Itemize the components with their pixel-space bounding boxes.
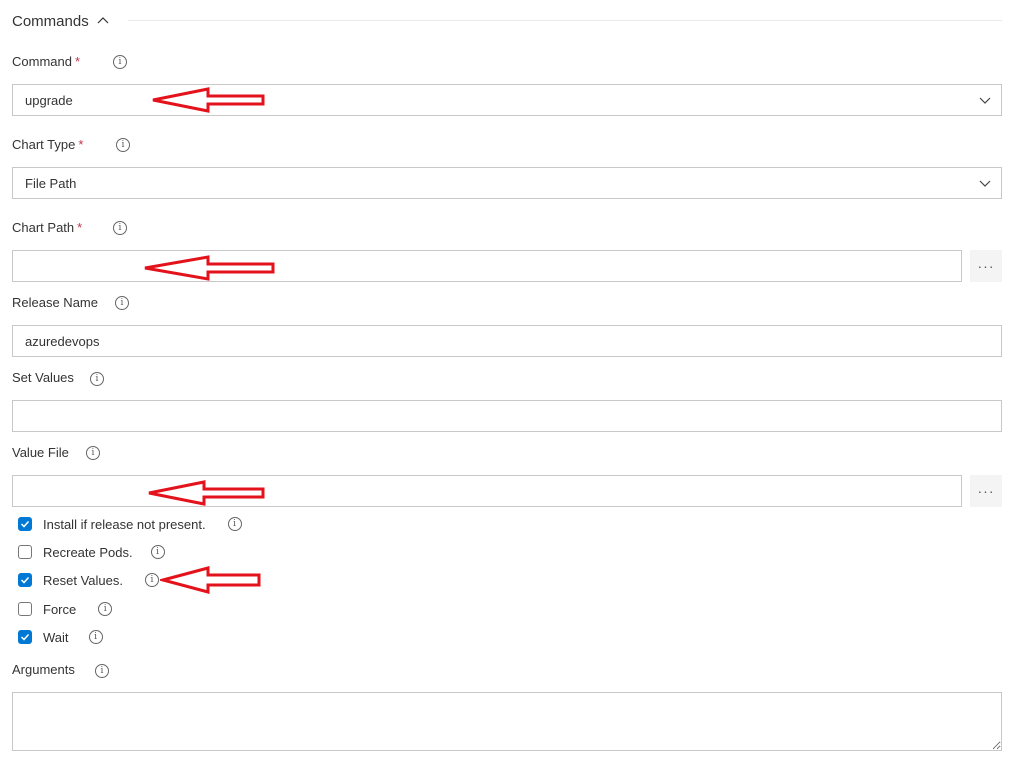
command-label: Command * bbox=[12, 52, 80, 70]
checkbox-label: Reset Values. bbox=[43, 572, 123, 588]
chevron-down-icon bbox=[979, 180, 991, 187]
checkbox-unchecked[interactable] bbox=[18, 602, 32, 616]
release-name-input[interactable]: azuredevops bbox=[12, 325, 1002, 357]
checkbox-label: Recreate Pods. bbox=[43, 544, 133, 560]
required-marker: * bbox=[77, 219, 83, 235]
checkbox-label: Wait bbox=[43, 629, 69, 645]
chart-path-label: Chart Path * bbox=[12, 218, 82, 236]
checkbox-force[interactable]: Force i bbox=[18, 599, 113, 619]
info-icon[interactable]: i bbox=[113, 55, 127, 69]
checkmark-icon bbox=[20, 576, 30, 584]
chart-type-label-text: Chart Type bbox=[12, 136, 76, 152]
arguments-textarea[interactable] bbox=[12, 692, 1002, 751]
checkmark-icon bbox=[20, 520, 30, 528]
checkbox-reset-values[interactable]: Reset Values. i bbox=[18, 570, 159, 590]
annotation-arrow-icon bbox=[148, 480, 265, 506]
info-icon[interactable]: i bbox=[227, 517, 242, 531]
info-icon[interactable]: i bbox=[88, 630, 103, 644]
section-divider bbox=[128, 20, 1002, 21]
info-icon[interactable]: i bbox=[86, 446, 100, 460]
value-file-label: Value File bbox=[12, 443, 69, 461]
info-icon[interactable]: i bbox=[144, 573, 159, 587]
value-file-browse-button[interactable]: ··· bbox=[970, 475, 1002, 507]
set-values-label: Set Values bbox=[12, 368, 74, 386]
release-name-label-text: Release Name bbox=[12, 294, 98, 310]
checkbox-checked[interactable] bbox=[18, 573, 32, 587]
checkbox-checked[interactable] bbox=[18, 517, 32, 531]
info-icon[interactable]: i bbox=[150, 545, 165, 559]
command-label-text: Command bbox=[12, 53, 72, 69]
checkbox-label: Force bbox=[43, 601, 77, 617]
checkbox-unchecked[interactable] bbox=[18, 545, 32, 559]
release-name-label: Release Name bbox=[12, 293, 98, 311]
info-icon[interactable]: i bbox=[90, 372, 104, 386]
checkbox-wait[interactable]: Wait i bbox=[18, 627, 103, 647]
annotation-arrow-icon bbox=[144, 255, 275, 281]
info-icon[interactable]: i bbox=[115, 296, 129, 310]
annotation-arrow-icon bbox=[152, 87, 265, 113]
section-header-commands[interactable]: Commands bbox=[12, 10, 109, 32]
chevron-down-icon bbox=[979, 97, 991, 104]
arguments-label-text: Arguments bbox=[12, 661, 75, 677]
checkbox-recreate-pods[interactable]: Recreate Pods. i bbox=[18, 542, 165, 562]
required-marker: * bbox=[78, 136, 84, 152]
set-values-input[interactable] bbox=[12, 400, 1002, 432]
chart-path-label-text: Chart Path bbox=[12, 219, 75, 235]
release-name-value: azuredevops bbox=[25, 333, 100, 349]
chart-type-label: Chart Type * bbox=[12, 135, 83, 153]
info-icon[interactable]: i bbox=[95, 664, 109, 678]
info-icon[interactable]: i bbox=[113, 221, 127, 235]
arguments-label: Arguments bbox=[12, 660, 75, 678]
chevron-up-icon[interactable] bbox=[97, 15, 109, 27]
checkbox-install-if-not-present[interactable]: Install if release not present. i bbox=[18, 514, 242, 534]
chart-type-dropdown[interactable]: File Path bbox=[12, 167, 1002, 199]
info-icon[interactable]: i bbox=[116, 138, 130, 152]
command-value: upgrade bbox=[25, 92, 73, 108]
set-values-label-text: Set Values bbox=[12, 369, 74, 385]
required-marker: * bbox=[74, 53, 81, 69]
section-title: Commands bbox=[12, 12, 89, 30]
checkbox-label: Install if release not present. bbox=[43, 516, 206, 532]
checkbox-checked[interactable] bbox=[18, 630, 32, 644]
chart-path-browse-button[interactable]: ··· bbox=[970, 250, 1002, 282]
checkmark-icon bbox=[20, 633, 30, 641]
annotation-arrow-icon bbox=[160, 566, 261, 594]
info-icon[interactable]: i bbox=[98, 602, 113, 616]
value-file-label-text: Value File bbox=[12, 444, 69, 460]
chart-type-value: File Path bbox=[25, 175, 77, 191]
